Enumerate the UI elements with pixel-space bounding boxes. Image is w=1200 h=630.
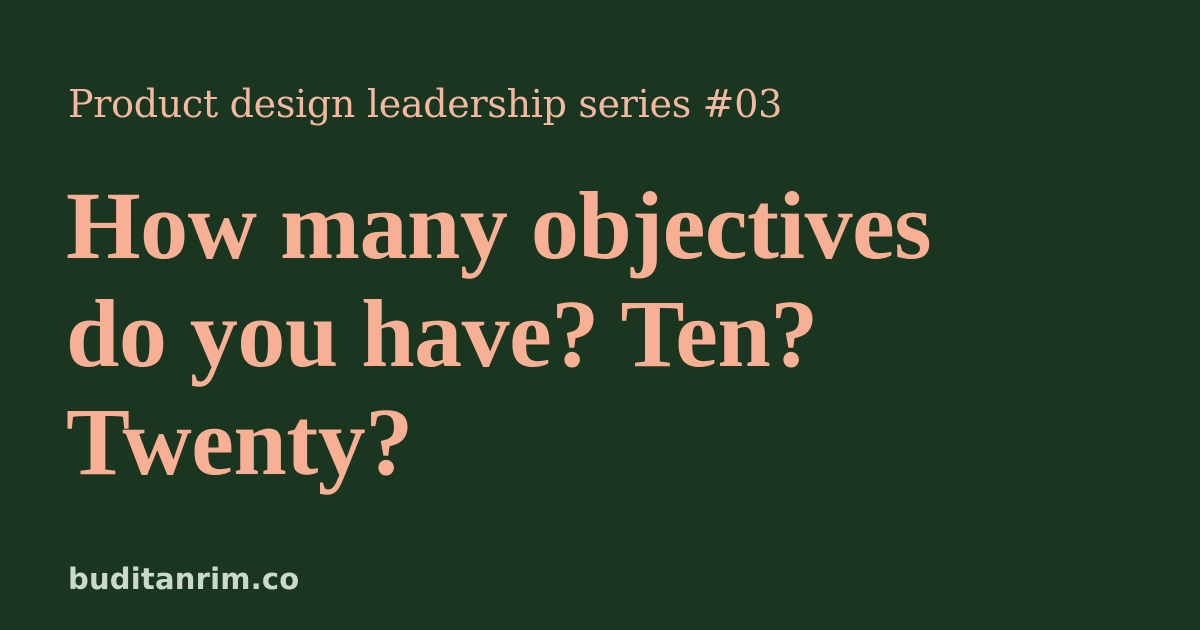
headline-line-1: How many objectives <box>66 172 932 279</box>
social-share-card: Product design leadership series #03 How… <box>0 0 1200 630</box>
headline-line-3: Twenty? <box>66 388 413 495</box>
headline-line-2: do you have? Ten? <box>66 280 818 387</box>
headline: How many objectives do you have? Ten? Tw… <box>66 172 1166 496</box>
site-domain: buditanrim.co <box>68 562 300 596</box>
series-label: Product design leadership series #03 <box>68 82 782 126</box>
